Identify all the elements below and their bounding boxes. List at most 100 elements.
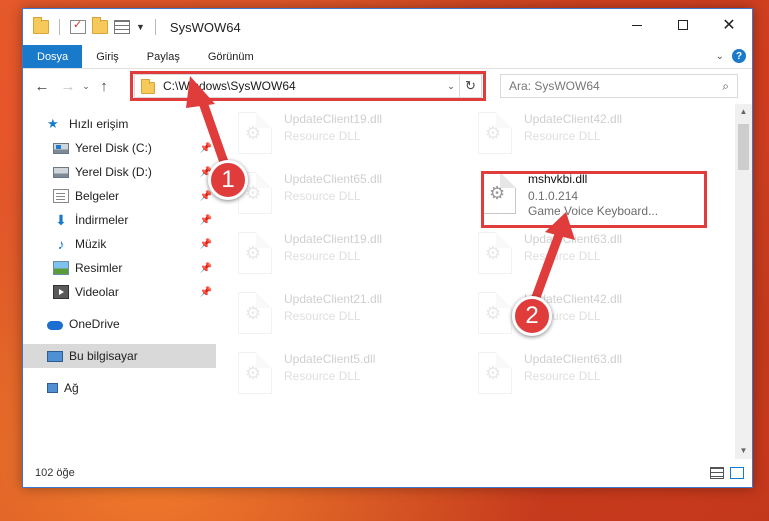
sidebar-item-network[interactable]: Ağ [23,376,216,400]
step-1-marker: 1 [208,160,248,200]
search-box[interactable]: Ara: SysWOW64 ⌕ [500,74,738,98]
file-description: Resource DLL [284,189,361,203]
back-button[interactable]: ← [31,78,53,95]
pin-icon[interactable]: 📌 [200,239,212,250]
file-description: Resource DLL [524,129,601,143]
sidebar-item-onedrive[interactable]: OneDrive [23,312,216,336]
tab-file[interactable]: Dosya [23,45,83,68]
file-name: UpdateClient21.dll [284,292,383,306]
pin-icon[interactable]: 📌 [200,143,212,154]
sidebar-item-label: Resimler [75,261,123,275]
window-title: SysWOW64 [169,19,241,35]
file-tile[interactable]: UpdateClient5.dll Resource DLL [238,348,468,400]
pin-icon[interactable]: 📌 [200,191,212,202]
dll-file-icon [478,352,512,394]
file-tile[interactable]: UpdateClient19.dll Resource DLL [238,108,468,160]
tiles-view-icon[interactable] [730,467,744,479]
close-icon: ✕ [722,17,736,34]
sidebar-item-local-disk-d[interactable]: Yerel Disk (D:) 📌 [23,160,216,184]
minimize-icon [632,24,642,26]
sidebar-item-pictures[interactable]: Resimler 📌 [23,256,216,280]
documents-icon [53,189,69,203]
file-tile[interactable]: UpdateClient42.dll Resource DLL [478,108,708,160]
title-bar: ▼ SysWOW64 ✕ [23,9,752,45]
file-highlight-box [481,171,707,228]
pin-icon[interactable]: 📌 [200,215,212,226]
up-button[interactable]: ↑ [93,78,115,95]
view-icon[interactable] [114,20,130,34]
view-toggle [710,467,744,479]
drive-icon [53,166,69,178]
ribbon-tabs: Dosya Giriş Paylaş Görünüm ⌄ ? [23,45,752,69]
help-icon[interactable]: ? [732,49,746,63]
dll-file-icon [478,232,512,274]
file-description: Resource DLL [284,129,361,143]
close-button[interactable]: ✕ [706,9,752,41]
cloud-icon [47,321,63,330]
minimize-button[interactable] [614,9,660,41]
file-description: Resource DLL [284,369,361,383]
sidebar-item-videos[interactable]: Videolar 📌 [23,280,216,304]
sidebar-item-this-pc[interactable]: Bu bilgisayar [23,344,216,368]
pin-icon[interactable]: 📌 [200,263,212,274]
file-description: Resource DLL [524,249,601,263]
maximize-button[interactable] [660,9,706,41]
file-name: UpdateClient5.dll [284,352,376,366]
sidebar-item-documents[interactable]: Belgeler 📌 [23,184,216,208]
scroll-down-icon[interactable]: ▼ [735,443,752,459]
sidebar-item-label: Videolar [75,285,119,299]
file-name: UpdateClient63.dll [524,232,623,246]
sidebar-item-local-disk-c[interactable]: Yerel Disk (C:) 📌 [23,136,216,160]
file-tile[interactable]: UpdateClient63.dll Resource DLL [478,228,708,280]
sidebar-item-label: Müzik [75,237,107,251]
details-view-icon[interactable] [710,467,724,479]
star-icon: ★ [47,116,59,131]
search-placeholder[interactable]: Ara: SysWOW64 [509,79,600,93]
network-icon [47,383,58,393]
sidebar-item-label: Bu bilgisayar [69,349,138,363]
customize-toolbar-dropdown-icon[interactable]: ▼ [136,22,145,32]
search-icon[interactable]: ⌕ [722,79,729,94]
sidebar-item-downloads[interactable]: ⬇ İndirmeler 📌 [23,208,216,232]
pictures-icon [53,261,69,275]
file-tile[interactable]: UpdateClient65.dll Resource DLL [238,168,468,220]
file-description: Resource DLL [524,369,601,383]
sidebar-item-label: Yerel Disk (D:) [75,165,152,179]
sidebar-item-label: Belgeler [75,189,120,203]
file-tile[interactable]: UpdateClient19.dll Resource DLL [238,228,468,280]
navigation-bar: ← → ⌄ ↑ C:\Windows\SysWOW64 ⌄ ↻ Ara: Sys… [23,69,752,103]
scroll-thumb[interactable] [738,124,749,170]
videos-icon [53,285,69,299]
file-tile[interactable]: UpdateClient63.dll Resource DLL [478,348,708,400]
address-highlight-box [130,71,486,101]
vertical-scrollbar[interactable]: ▲ ▼ [735,104,752,459]
maximize-icon [678,20,688,30]
window-controls: ✕ [614,9,752,41]
new-folder-icon[interactable] [92,17,108,34]
music-icon: ♪ [57,236,65,252]
forward-button[interactable]: → [57,78,79,95]
properties-icon[interactable] [70,18,86,34]
file-description: Resource DLL [284,309,361,323]
tab-share[interactable]: Paylaş [133,45,194,68]
pc-icon [47,350,63,362]
sidebar-item-label: OneDrive [69,317,120,331]
scroll-up-icon[interactable]: ▲ [735,104,752,120]
sidebar-item-label: Yerel Disk (C:) [75,141,152,155]
sidebar-item-music[interactable]: ♪ Müzik 📌 [23,232,216,256]
file-description: Resource DLL [284,249,361,263]
expand-ribbon-icon[interactable]: ⌄ [716,51,724,62]
divider [154,19,156,35]
content-area: ★ Hızlı erişim Yerel Disk (C:) 📌 Yerel D… [23,104,752,459]
quick-access-toolbar: ▼ SysWOW64 [23,17,241,35]
tab-view[interactable]: Görünüm [194,45,268,68]
recent-locations-icon[interactable]: ⌄ [79,81,93,92]
file-grid: UpdateClient19.dll Resource DLL UpdateCli… [238,104,733,459]
pin-icon[interactable]: 📌 [200,287,212,298]
file-tile[interactable]: UpdateClient21.dll Resource DLL [238,288,468,340]
dll-file-icon [478,112,512,154]
sidebar-item-quick-access[interactable]: ★ Hızlı erişim [23,112,216,136]
file-name: UpdateClient19.dll [284,112,383,126]
sidebar-item-label: İndirmeler [75,213,129,227]
tab-home[interactable]: Giriş [82,45,133,68]
